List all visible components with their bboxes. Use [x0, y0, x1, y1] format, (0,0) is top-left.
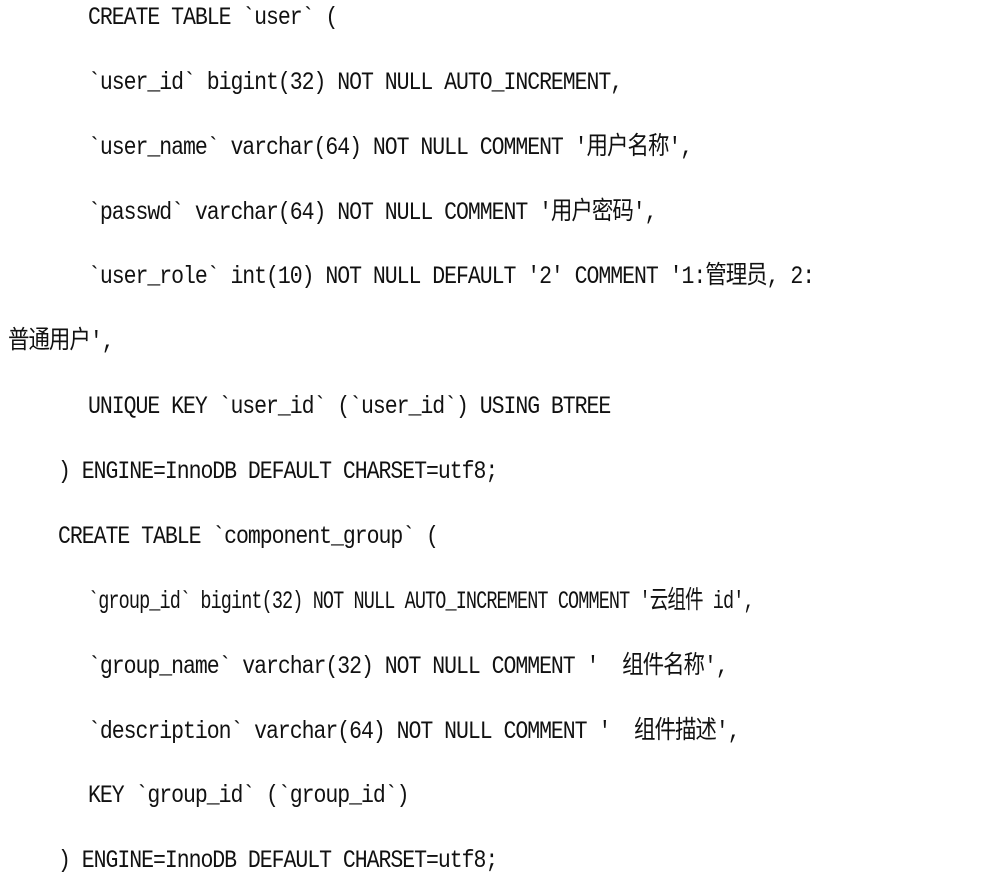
group-id-key-line: KEY `group_id` (`group_id`): [88, 781, 410, 810]
passwd-column-line: `passwd` varchar(64) NOT NULL COMMENT '用…: [88, 198, 658, 227]
create-table-user-line: CREATE TABLE `user` (: [88, 3, 338, 32]
user-role-comment-continuation: 普通用户',: [8, 327, 115, 356]
unique-key-line: UNIQUE KEY `user_id` (`user_id`) USING B…: [88, 392, 611, 421]
group-name-column-line: `group_name` varchar(32) NOT NULL COMMEN…: [88, 652, 729, 681]
user-id-column-line: `user_id` bigint(32) NOT NULL AUTO_INCRE…: [88, 68, 623, 97]
sql-document: CREATE TABLE `user` ( `user_id` bigint(3…: [0, 0, 1000, 875]
create-table-component-group-line: CREATE TABLE `component_group` (: [58, 522, 439, 551]
description-column-line: `description` varchar(64) NOT NULL COMME…: [88, 717, 741, 746]
user-table-engine-line: ) ENGINE=InnoDB DEFAULT CHARSET=utf8;: [58, 457, 498, 486]
group-id-column-line: `group_id` bigint(32) NOT NULL AUTO_INCR…: [88, 587, 755, 616]
user-role-column-line: `user_role` int(10) NOT NULL DEFAULT '2'…: [88, 262, 815, 291]
user-name-column-line: `user_name` varchar(64) NOT NULL COMMENT…: [88, 133, 693, 162]
component-group-engine-line: ) ENGINE=InnoDB DEFAULT CHARSET=utf8;: [58, 846, 498, 875]
